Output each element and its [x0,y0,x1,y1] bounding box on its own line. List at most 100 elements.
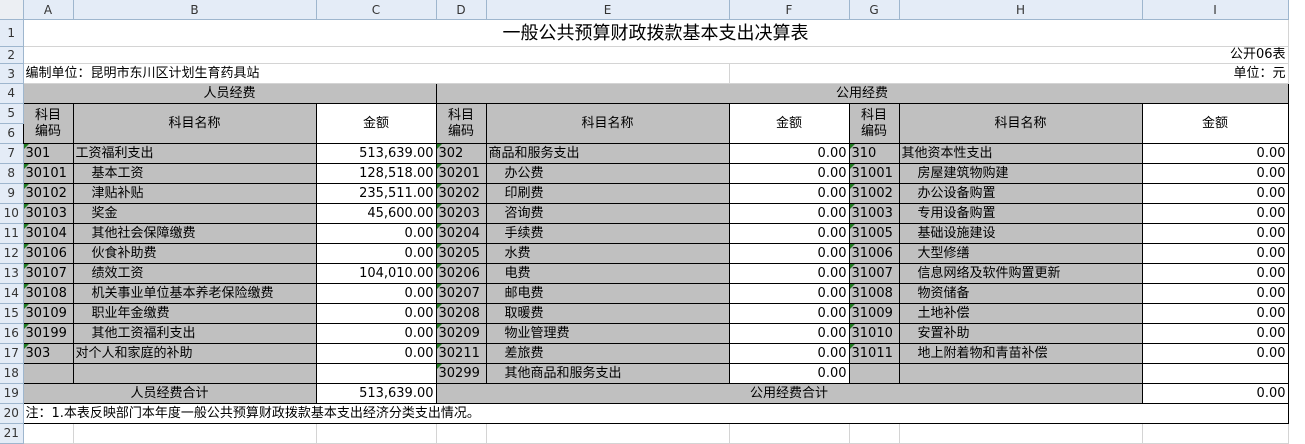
row-header[interactable]: 2 [0,46,24,64]
row-header[interactable]: 12 [0,243,24,264]
item-amount[interactable]: 0.00 [1141,243,1289,264]
item-code[interactable]: 30205 [435,243,487,264]
item-name[interactable]: 其他商品和服务支出 [485,363,730,384]
item-amount[interactable]: 0.00 [728,343,850,364]
row-header[interactable]: 18 [0,363,24,384]
item-name[interactable]: 物业管理费 [485,323,730,344]
empty-cell[interactable] [436,423,487,444]
column-header[interactable]: A [23,0,74,20]
item-code[interactable]: 30206 [435,263,487,284]
item-amount[interactable]: 0.00 [1141,323,1289,344]
item-amount[interactable]: 0.00 [728,143,850,164]
item-name[interactable]: 职业年金缴费 [72,303,317,324]
row-header[interactable]: 13 [0,263,24,284]
personnel-total[interactable]: 513,639.00 [315,383,437,404]
column-header[interactable]: I [1142,0,1289,20]
empty-name[interactable] [72,363,317,384]
item-name[interactable]: 奖金 [72,203,317,224]
footnote[interactable]: 注：1.本表反映部门本年度一般公共预算财政拨款基本支出经济分类支出情况。 [22,403,1289,424]
item-name[interactable]: 咨询费 [485,203,730,224]
header-code[interactable]: 科目 编码 [22,103,74,144]
item-name[interactable]: 办公费 [485,163,730,184]
item-amount[interactable]: 0.00 [728,223,850,244]
item-code[interactable]: 30203 [435,203,487,224]
empty-amount[interactable] [315,363,437,384]
item-name[interactable]: 伙食补助费 [72,243,317,264]
item-amount[interactable]: 0.00 [315,303,437,324]
row-header[interactable]: 5 [0,103,24,124]
item-code[interactable]: 30108 [22,283,74,304]
item-amount[interactable]: 0.00 [728,303,850,324]
item-code[interactable]: 30104 [22,223,74,244]
item-name[interactable]: 电费 [485,263,730,284]
item-code[interactable]: 302 [435,143,487,164]
item-name[interactable]: 取暖费 [485,303,730,324]
row-header[interactable]: 14 [0,283,24,304]
item-code[interactable]: 30101 [22,163,74,184]
item-amount[interactable]: 0.00 [728,183,850,204]
header-amount[interactable]: 金额 [315,103,437,144]
item-amount[interactable]: 0.00 [1141,143,1289,164]
item-code[interactable]: 30208 [435,303,487,324]
row-header[interactable]: 9 [0,183,24,204]
item-amount[interactable]: 0.00 [315,223,437,244]
item-amount[interactable]: 0.00 [1141,263,1289,284]
item-name[interactable]: 大型修缮 [898,243,1143,264]
item-name[interactable]: 津贴补贴 [72,183,317,204]
section-personnel[interactable]: 人员经费 [22,83,437,104]
item-amount[interactable]: 0.00 [728,363,850,384]
item-amount[interactable]: 0.00 [728,163,850,184]
item-code[interactable]: 30102 [22,183,74,204]
worksheet-grid[interactable]: ABCDEFGHI 1 一般公共预算财政拨款基本支出决算表 2 公开06表 3 编制单位：… [0,0,1289,444]
item-code[interactable]: 30299 [435,363,487,384]
row-header[interactable]: 16 [0,323,24,344]
item-code[interactable]: 31010 [848,323,900,344]
item-name[interactable]: 机关事业单位基本养老保险缴费 [72,283,317,304]
column-header[interactable]: H [899,0,1143,20]
row-header[interactable]: 8 [0,163,24,184]
item-name[interactable]: 房屋建筑物购建 [898,163,1143,184]
item-code[interactable]: 31006 [848,243,900,264]
item-code[interactable]: 30209 [435,323,487,344]
item-name[interactable]: 商品和服务支出 [485,143,730,164]
column-header[interactable]: E [486,0,730,20]
item-name[interactable]: 其他社会保障缴费 [72,223,317,244]
item-code[interactable]: 31009 [848,303,900,324]
item-code[interactable]: 30103 [22,203,74,224]
column-header[interactable]: B [73,0,317,20]
empty-code[interactable] [22,363,74,384]
column-header[interactable]: G [849,0,900,20]
item-amount[interactable]: 104,010.00 [315,263,437,284]
empty-cell[interactable] [899,423,1143,444]
compiling-unit[interactable]: 编制单位：昆明市东川区计划生育药具站 [23,63,730,84]
item-amount[interactable]: 513,639.00 [315,143,437,164]
report-title[interactable]: 一般公共预算财政拨款基本支出决算表 [23,19,1289,47]
empty-cell[interactable] [23,423,74,444]
header-amount[interactable]: 金额 [728,103,850,144]
item-name[interactable]: 基础设施建设 [898,223,1143,244]
item-code[interactable]: 31011 [848,343,900,364]
item-amount[interactable]: 0.00 [315,343,437,364]
item-code[interactable]: 30202 [435,183,487,204]
item-code[interactable]: 301 [22,143,74,164]
item-code[interactable]: 303 [22,343,74,364]
item-name[interactable]: 其他工资福利支出 [72,323,317,344]
column-header[interactable]: C [316,0,437,20]
item-name[interactable]: 专用设备购置 [898,203,1143,224]
item-name[interactable]: 邮电费 [485,283,730,304]
header-code[interactable]: 科目 编码 [435,103,487,144]
row-header[interactable]: 6 [0,123,24,144]
select-all-corner[interactable] [0,0,24,20]
item-amount[interactable]: 0.00 [728,243,850,264]
item-amount[interactable]: 0.00 [728,203,850,224]
header-name[interactable]: 科目名称 [72,103,317,144]
item-name[interactable]: 土地补偿 [898,303,1143,324]
currency-unit[interactable]: 单位：元 [729,63,1289,84]
item-amount[interactable]: 0.00 [1141,283,1289,304]
item-amount[interactable]: 0.00 [1141,343,1289,364]
header-code[interactable]: 科目 编码 [848,103,900,144]
empty-cell[interactable] [1142,423,1289,444]
row-header[interactable]: 1 [0,19,24,47]
item-name[interactable]: 差旅费 [485,343,730,364]
item-name[interactable]: 物资储备 [898,283,1143,304]
